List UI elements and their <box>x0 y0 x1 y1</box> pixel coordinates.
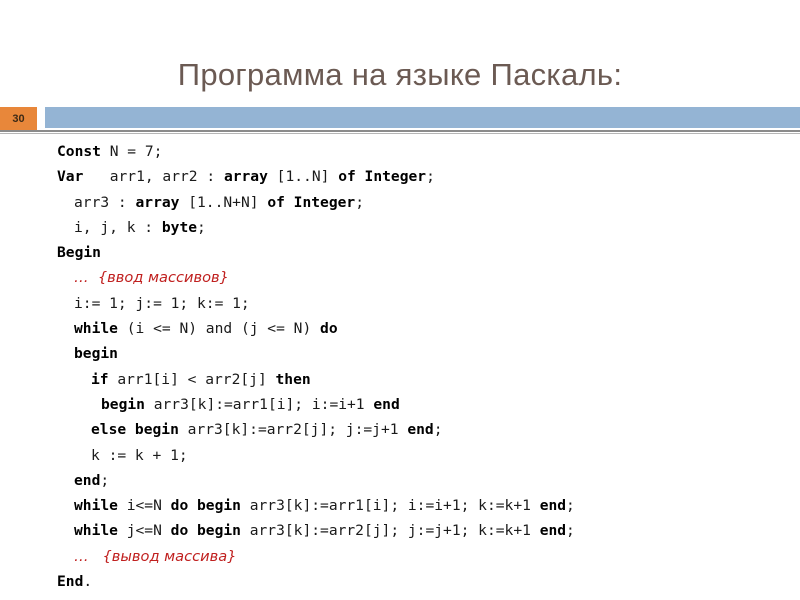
line-var-ijk: i, j, k : byte; <box>57 215 797 240</box>
code-token-plain: ; <box>355 193 364 211</box>
code-token-plain: k := k + 1; <box>91 446 188 464</box>
code-token-plain: ; <box>566 522 575 540</box>
code-token-plain: i, j, k : <box>74 218 162 236</box>
line-else-branch: else begin arr3[k]:=arr2[j]; j:=j+1 end; <box>57 417 797 442</box>
line-while-tail-j: while j<=N do begin arr3[k]:=arr2[j]; j:… <box>57 518 797 543</box>
code-token-keyword: else begin <box>91 421 179 439</box>
code-token-keyword: array <box>135 193 180 211</box>
line-end-loop: end; <box>57 468 797 493</box>
code-token-keyword: of Integer <box>338 168 427 186</box>
code-token-plain: [1..N] <box>267 168 339 186</box>
code-token-keyword: end <box>373 395 400 413</box>
code-token-keyword: end <box>407 421 434 439</box>
code-token-keyword: do begin <box>170 522 241 540</box>
code-token-plain: j<=N <box>117 522 171 540</box>
line-comment-output: … {вывод массива} <box>57 544 797 569</box>
page-title: Программа на языке Паскаль: <box>177 56 623 92</box>
code-token-keyword: while <box>74 522 118 540</box>
code-token-keyword: Var <box>57 168 84 186</box>
code-token-keyword: while <box>74 320 118 338</box>
code-token-plain: ; <box>426 168 435 186</box>
code-token-keyword: do begin <box>170 497 241 515</box>
line-var-arr1-arr2: Var arr1, arr2 : array [1..N] of Integer… <box>57 164 797 189</box>
code-token-plain: . <box>83 573 93 591</box>
line-while-tail-i: while i<=N do begin arr3[k]:=arr1[i]; i:… <box>57 493 797 518</box>
code-token-keyword: if <box>91 370 109 388</box>
decorative-blue-bar <box>45 107 800 128</box>
line-then-branch: begin arr3[k]:=arr1[i]; i:=i+1 end <box>57 392 797 417</box>
code-token-keyword: then <box>275 370 311 388</box>
line-begin-main: Begin <box>57 240 797 265</box>
code-token-keyword: end <box>74 471 101 489</box>
code-token-comment: … {ввод массивов} <box>74 269 229 287</box>
code-token-keyword: of Integer <box>267 193 356 211</box>
line-const: Const N = 7; <box>57 139 797 164</box>
code-token-plain: [1..N+N] <box>179 193 268 211</box>
code-token-plain: arr3[k]:=arr2[j]; j:=j+1; k:=k+1 <box>240 522 540 540</box>
code-token-plain: i<=N <box>117 497 171 515</box>
code-token-plain: ; <box>100 471 110 489</box>
code-token-keyword: Const <box>57 143 101 160</box>
line-while-main: while (i <= N) and (j <= N) do <box>57 316 797 341</box>
code-token-plain: arr1, arr2 : <box>83 168 224 186</box>
code-token-plain: arr3[k]:=arr1[i]; i:=i+1; k:=k+1 <box>240 497 540 515</box>
code-token-keyword: end <box>539 497 567 515</box>
line-init-counters: i:= 1; j:= 1; k:= 1; <box>57 291 797 316</box>
code-token-keyword: do <box>320 320 338 338</box>
slide-number-badge: 30 <box>0 107 37 130</box>
divider-rule-light <box>0 133 800 134</box>
code-token-keyword: End <box>57 573 84 591</box>
line-begin-loop: begin <box>57 341 797 366</box>
code-token-keyword: byte <box>161 218 198 236</box>
divider-rule <box>0 130 800 132</box>
line-var-arr3: arr3 : array [1..N+N] of Integer; <box>57 190 797 215</box>
code-token-keyword: begin <box>101 395 145 413</box>
line-if: if arr1[i] < arr2[j] then <box>57 367 797 392</box>
code-token-comment: … {вывод массива} <box>74 547 237 565</box>
line-end-program: End. <box>57 569 797 594</box>
code-token-plain: ; <box>197 218 206 236</box>
code-token-plain: N = 7; <box>100 143 163 160</box>
code-token-keyword: Begin <box>57 244 101 262</box>
code-token-plain: (i <= N) and (j <= N) <box>117 320 321 338</box>
code-token-plain: arr3 : <box>74 193 136 211</box>
code-token-keyword: while <box>74 497 118 515</box>
code-token-plain: arr3[k]:=arr1[i]; i:=i+1 <box>144 395 374 413</box>
code-token-plain: i:= 1; j:= 1; k:= 1; <box>74 294 250 312</box>
code-token-plain: arr3[k]:=arr2[j]; j:=j+1 <box>178 421 408 439</box>
line-k-increment: k := k + 1; <box>57 443 797 468</box>
code-token-keyword: array <box>223 168 268 186</box>
line-comment-input: … {ввод массивов} <box>57 265 797 290</box>
code-token-plain: ; <box>433 421 443 439</box>
code-token-plain: arr1[i] < arr2[j] <box>108 370 276 388</box>
code-token-keyword: begin <box>74 345 118 363</box>
pascal-code-listing: Const N = 7; Var arr1, arr2 : array [1..N… <box>57 139 797 594</box>
code-token-plain: ; <box>566 497 575 515</box>
title-divider-band: 30 <box>0 107 800 134</box>
code-token-keyword: end <box>539 522 567 540</box>
